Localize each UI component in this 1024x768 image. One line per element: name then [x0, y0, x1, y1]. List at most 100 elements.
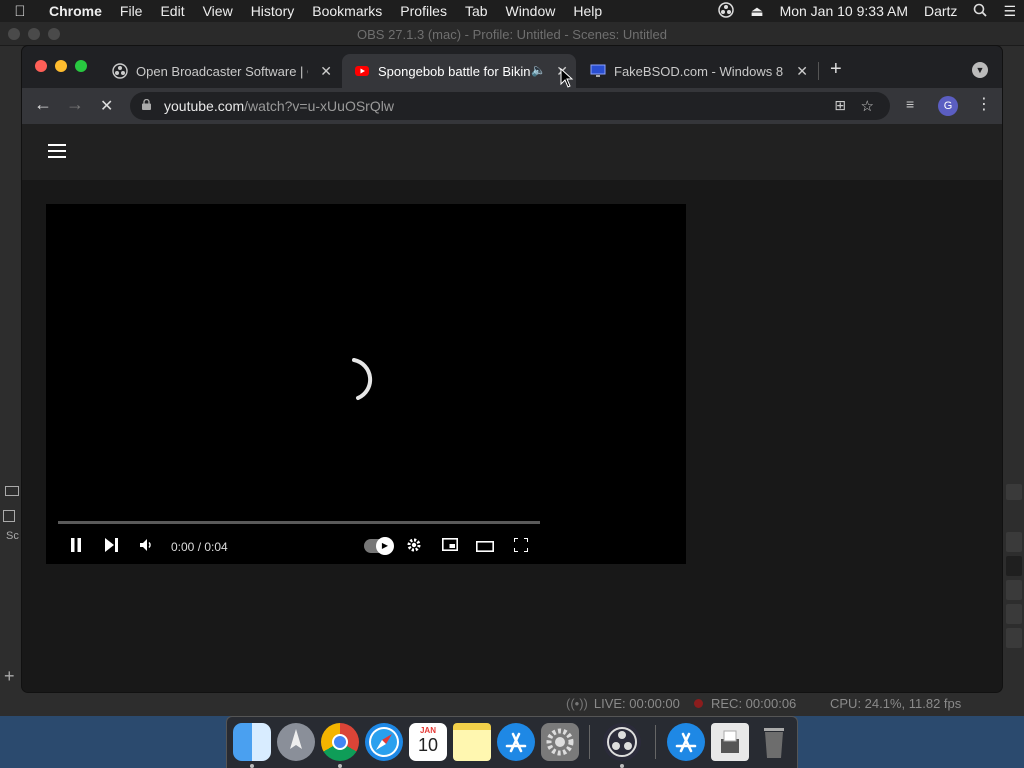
calendar-month: JAN	[419, 726, 436, 735]
loading-spinner-icon	[352, 358, 373, 400]
obs-live-status: ((•)) LIVE: 00:00:00	[566, 696, 680, 711]
hamburger-menu-icon[interactable]	[48, 144, 66, 158]
tab-strip: Open Broadcaster Software | OBS ✕ Sponge…	[22, 46, 1002, 88]
menu-bookmarks[interactable]: Bookmarks	[303, 3, 391, 19]
calendar-day: 10	[417, 735, 439, 755]
obs-left-panel: Sc	[0, 480, 22, 580]
broadcast-icon: ((•))	[566, 696, 588, 711]
monitor-favicon-icon	[590, 63, 606, 79]
obs-rec-status: REC: 00:00:06	[694, 696, 796, 711]
progress-bar[interactable]	[58, 521, 540, 524]
stop-loading-icon[interactable]: ✕	[100, 96, 113, 116]
obs-list-row[interactable]	[1006, 580, 1022, 600]
obs-list-row[interactable]	[1006, 556, 1022, 576]
pause-icon[interactable]	[70, 538, 82, 555]
video-player[interactable]: 0:00 / 0:04 ▶	[46, 204, 686, 564]
calendar-icon[interactable]: JAN 10	[409, 723, 447, 761]
rec-time: REC: 00:00:06	[711, 696, 797, 711]
dock-separator	[655, 725, 656, 759]
obs-window-title: OBS 27.1.3 (mac) - Profile: Untitled - S…	[357, 27, 667, 42]
eject-icon[interactable]: ⏏	[742, 3, 771, 20]
obs-list-row[interactable]	[1006, 604, 1022, 624]
menu-window[interactable]: Window	[497, 3, 565, 19]
menubar-status-area: ⏏ Mon Jan 10 9:33 AM Dartz ☰	[710, 0, 1024, 22]
menu-file[interactable]: File	[111, 3, 152, 19]
running-indicator	[620, 764, 624, 768]
menu-help[interactable]: Help	[564, 3, 611, 19]
chrome-icon[interactable]	[321, 723, 359, 761]
record-dot-icon	[694, 699, 703, 708]
settings-gear-icon[interactable]	[406, 537, 422, 556]
player-controls: 0:00 / 0:04 ▶	[46, 530, 686, 562]
obs-favicon-icon	[112, 63, 128, 79]
new-tab-plus-icon[interactable]: +	[830, 58, 842, 81]
live-time: LIVE: 00:00:00	[593, 696, 680, 711]
menu-edit[interactable]: Edit	[151, 3, 193, 19]
profile-avatar[interactable]: G	[938, 96, 958, 116]
notes-icon[interactable]	[453, 723, 491, 761]
menu-view[interactable]: View	[194, 3, 242, 19]
menu-history[interactable]: History	[242, 3, 304, 19]
obs-dropdown[interactable]	[1006, 484, 1022, 500]
finder-icon[interactable]	[233, 723, 271, 761]
menu-app-name[interactable]: Chrome	[40, 3, 111, 19]
back-arrow-icon[interactable]: ←	[34, 94, 52, 115]
tab-fakebsod[interactable]: FakeBSOD.com - Windows 8 BSOD ✕	[578, 54, 816, 88]
volume-icon[interactable]	[140, 538, 154, 555]
youtube-page: 0:00 / 0:04 ▶	[22, 124, 1002, 692]
macos-dock: JAN 10	[226, 716, 798, 768]
tab-spongebob[interactable]: Spongebob battle for Bikini Bottom 🔈 ✕	[342, 54, 576, 88]
obs-list-row[interactable]	[1006, 628, 1022, 648]
downloads-folder-icon[interactable]	[667, 723, 705, 761]
obs-status-bar: ((•)) LIVE: 00:00:00 REC: 00:00:06 CPU: 2…	[0, 690, 1024, 716]
play-icon: ▶	[376, 537, 394, 555]
safari-icon[interactable]	[365, 723, 403, 761]
theater-mode-icon[interactable]	[476, 539, 494, 555]
running-indicator	[250, 764, 254, 768]
scenes-icon	[3, 510, 15, 522]
tab-title: FakeBSOD.com - Windows 8 BSOD	[614, 63, 786, 79]
system-preferences-icon[interactable]	[541, 723, 579, 761]
minimize-window-button[interactable]	[55, 60, 67, 72]
tab-search-chevron-icon[interactable]: ▼	[972, 62, 988, 78]
lock-icon[interactable]	[142, 99, 151, 110]
bookmark-star-icon[interactable]: ☆	[861, 97, 874, 115]
browser-toolbar: ← → ✕ youtube.com/watch?v=u-xUuOSrQlw ⊞ …	[22, 88, 1002, 124]
zoom-window-button[interactable]	[75, 60, 87, 72]
more-options-icon[interactable]: ⋮	[976, 94, 992, 114]
tab-obs[interactable]: Open Broadcaster Software | OBS ✕	[100, 54, 340, 88]
address-bar[interactable]: youtube.com/watch?v=u-xUuOSrQlw ⊞ ☆	[130, 92, 890, 120]
url-text: youtube.com/watch?v=u-xUuOSrQlw	[164, 98, 394, 114]
trash-icon[interactable]	[755, 723, 793, 761]
dock-separator	[589, 725, 590, 759]
app-store-icon[interactable]	[497, 723, 535, 761]
url-path: /watch?v=u-xUuOSrQlw	[244, 98, 394, 114]
install-app-icon[interactable]: ⊞	[834, 97, 846, 114]
menu-tab[interactable]: Tab	[456, 3, 497, 19]
apple-menu-icon[interactable]: 	[0, 3, 40, 20]
launchpad-icon[interactable]	[277, 723, 315, 761]
menu-profiles[interactable]: Profiles	[391, 3, 456, 19]
close-window-button[interactable]	[35, 60, 47, 72]
autoplay-toggle[interactable]: ▶	[364, 537, 394, 555]
control-center-icon[interactable]: ☰	[995, 3, 1024, 20]
obs-list-row[interactable]	[1006, 532, 1022, 552]
youtube-header	[22, 124, 1002, 180]
spotlight-search-icon[interactable]	[965, 3, 995, 20]
macos-menubar:  Chrome File Edit View History Bookmark…	[0, 0, 1024, 22]
next-video-icon[interactable]	[105, 538, 118, 555]
obs-status-icon[interactable]	[710, 1, 742, 21]
fullscreen-icon[interactable]	[513, 537, 529, 555]
document-stack-icon[interactable]	[711, 723, 749, 761]
tab-audio-speaker-icon[interactable]: 🔈	[531, 63, 546, 77]
forward-arrow-icon[interactable]: →	[66, 94, 84, 115]
obs-dock-icon[interactable]	[603, 723, 641, 761]
menubar-user[interactable]: Dartz	[916, 3, 965, 19]
tab-close-icon[interactable]: ✕	[796, 63, 808, 80]
tab-close-icon[interactable]: ✕	[320, 63, 332, 80]
add-scene-icon[interactable]: +	[4, 666, 15, 687]
youtube-favicon-icon	[354, 63, 370, 79]
media-queue-icon[interactable]: ≡	[906, 96, 914, 112]
menubar-clock[interactable]: Mon Jan 10 9:33 AM	[772, 3, 916, 19]
miniplayer-icon[interactable]	[442, 538, 458, 554]
